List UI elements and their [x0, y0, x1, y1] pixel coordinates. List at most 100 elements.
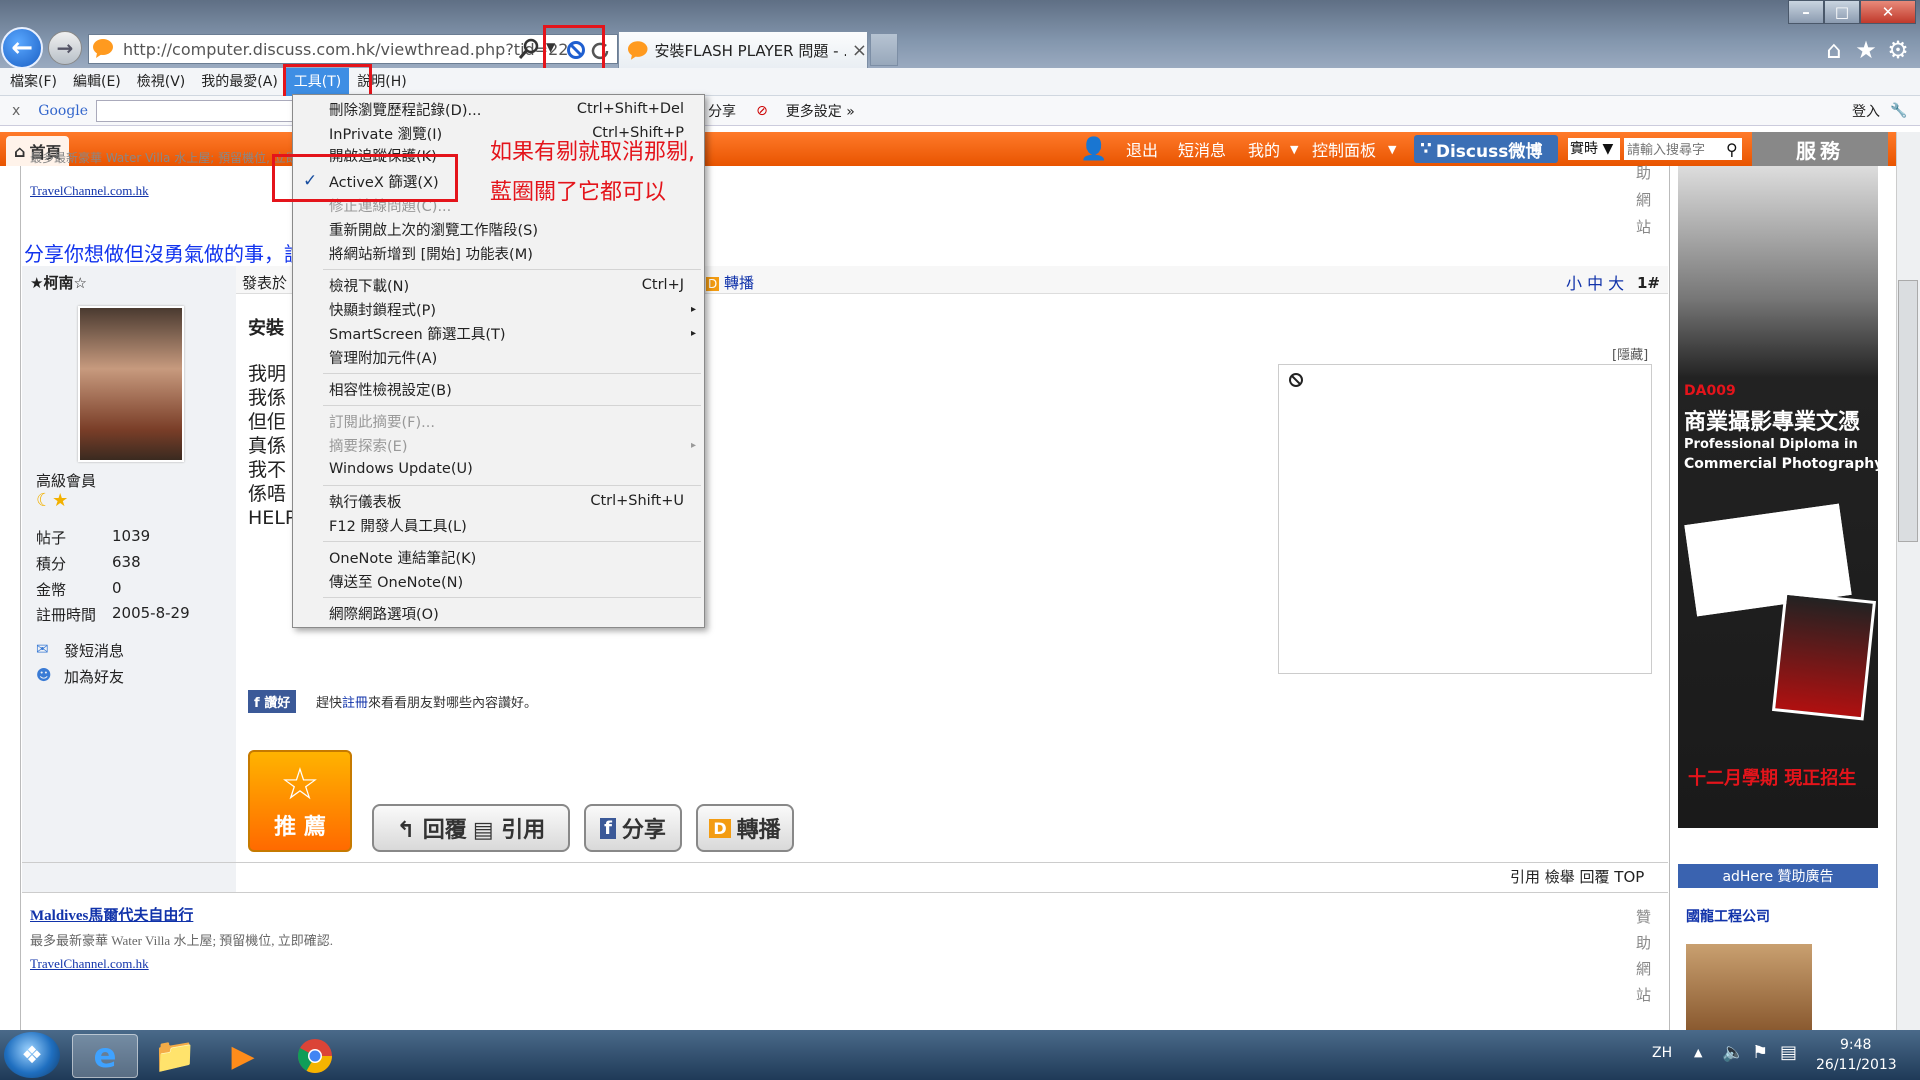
menu-favorites[interactable]: 我的最愛(A): [193, 68, 286, 96]
nav-my[interactable]: 我的: [1248, 137, 1280, 161]
search-icon[interactable]: [518, 38, 540, 60]
author-rank: 高級會員: [36, 472, 97, 490]
hide-link[interactable]: [隱藏]: [1612, 344, 1648, 363]
menu-view-downloads[interactable]: 檢視下載(N) Ctrl+J: [293, 273, 704, 297]
clock-time[interactable]: 9:48: [1840, 1037, 1871, 1053]
window-minimize-button[interactable]: –: [1788, 0, 1824, 24]
more-settings-button[interactable]: 更多設定 »: [786, 101, 855, 121]
menu-separator: [323, 541, 701, 542]
clock-date[interactable]: 26/11/2013: [1816, 1057, 1897, 1073]
user-icon: 👤: [1080, 136, 1108, 162]
google-logo: Google: [38, 102, 89, 119]
start-button[interactable]: ❖: [4, 1032, 60, 1078]
menu-add-to-start[interactable]: 將網站新增到 [開始] 功能表(M): [293, 241, 704, 265]
search-icon[interactable]: ⚲: [1726, 140, 1738, 159]
forward-post-button[interactable]: D 轉播: [696, 804, 794, 852]
taskbar-media-player[interactable]: ▶: [210, 1034, 276, 1078]
new-tab-button[interactable]: [870, 33, 898, 66]
reply-label: 回覆: [422, 818, 467, 843]
nav-control-panel[interactable]: 控制面板: [1312, 137, 1376, 161]
side-sponsor-vertical-bottom: 贊 助 網 站: [1636, 904, 1656, 1008]
menu-separator: [323, 597, 701, 598]
menu-windows-update[interactable]: Windows Update(U): [293, 457, 704, 481]
menu-send-to-onenote[interactable]: 傳送至 OneNote(N): [293, 569, 704, 593]
site-search-input[interactable]: [1624, 138, 1742, 160]
post-actions-links[interactable]: 引用 檢舉 回覆 TOP: [1510, 866, 1644, 887]
sponsor-image[interactable]: [1686, 944, 1812, 1030]
flash-placeholder[interactable]: [1278, 364, 1652, 674]
sponsor-company-link[interactable]: 國龍工程公司: [1686, 906, 1770, 926]
taskbar-ie[interactable]: e: [72, 1034, 138, 1078]
forward-button[interactable]: →: [48, 31, 82, 65]
bottom-ad-title[interactable]: Maldives馬爾代夫自由行: [30, 904, 193, 925]
share-banner-link[interactable]: 分享你想做但沒勇氣做的事，說: [24, 238, 304, 267]
author-username[interactable]: ★柯南☆: [30, 272, 87, 293]
reply-button[interactable]: ↰ 回覆: [397, 812, 467, 844]
taskbar-explorer[interactable]: 📁: [142, 1034, 208, 1078]
discuss-weibo-button[interactable]: ∵ Discuss微博: [1414, 135, 1558, 163]
share-button[interactable]: 分享: [708, 101, 736, 121]
stat-label-posts: 帖子: [36, 529, 67, 547]
google-search-input[interactable]: [96, 99, 297, 122]
nav-logout[interactable]: 退出: [1126, 137, 1158, 161]
post-body: 我明 我係 但佢 真係 我不 係唔 HELP: [248, 362, 296, 530]
menu-popup-blocker[interactable]: 快顯封鎖程式(P) ▸: [293, 297, 704, 321]
right-ad-banner[interactable]: [1678, 166, 1878, 828]
reshare-link[interactable]: D 轉播: [706, 272, 754, 293]
network-icon[interactable]: ▤: [1780, 1042, 1797, 1063]
menu-internet-options[interactable]: 網際網路選項(O): [293, 601, 704, 625]
add-friend-link[interactable]: 加為好友: [64, 666, 124, 687]
post-line: HELP: [248, 507, 297, 529]
menu-compatibility-view[interactable]: 相容性檢視設定(B): [293, 377, 704, 401]
send-message-link[interactable]: 發短消息: [64, 640, 124, 661]
fb-like-label: 讚好: [264, 696, 291, 711]
wrench-icon[interactable]: 🔧: [1890, 103, 1907, 119]
menu-onenote-linked[interactable]: OneNote 連結筆記(K): [293, 545, 704, 569]
tab-close-icon[interactable]: ×: [852, 40, 867, 61]
top-ad-link[interactable]: TravelChannel.com.hk: [30, 183, 149, 199]
menu-edit[interactable]: 編輯(E): [65, 68, 129, 96]
menu-file[interactable]: 檔案(F): [2, 68, 65, 96]
menu-f12-devtools[interactable]: F12 開發人員工具(L): [293, 513, 704, 537]
search-scope-select[interactable]: 實時 ▼: [1568, 138, 1620, 160]
vertical-char: 贊: [1636, 908, 1652, 926]
block-icon[interactable]: ⊘: [756, 103, 768, 119]
menu-delete-history[interactable]: 刪除瀏覽歷程記錄(D)... Ctrl+Shift+Del: [293, 97, 704, 121]
ad-en-line1: Professional Diploma in: [1684, 437, 1858, 452]
fb-register-link[interactable]: 註冊: [342, 696, 368, 711]
scrollbar-thumb[interactable]: [1898, 280, 1918, 542]
quote-button[interactable]: ▤ 引用: [473, 812, 545, 844]
volume-icon[interactable]: 🔈: [1722, 1042, 1744, 1063]
menu-separator: [323, 269, 701, 270]
tray-expand-icon[interactable]: ▲: [1694, 1046, 1702, 1059]
login-link[interactable]: 登入: [1852, 101, 1880, 121]
input-language[interactable]: ZH: [1652, 1045, 1672, 1061]
browser-tab[interactable]: 安裝FLASH PLAYER 問題 - ... ×: [618, 31, 868, 68]
recommend-button[interactable]: ☆ 推 薦: [248, 750, 352, 852]
annotation-line1: 如果有剔就取消那剔,: [490, 140, 695, 165]
menu-performance-dashboard[interactable]: 執行儀表板 Ctrl+Shift+U: [293, 489, 704, 513]
back-button[interactable]: ←: [1, 27, 43, 69]
menu-manage-addons[interactable]: 管理附加元件(A): [293, 345, 704, 369]
font-size-switcher[interactable]: 小 中 大: [1566, 270, 1624, 294]
taskbar-chrome[interactable]: [282, 1034, 348, 1078]
gear-icon[interactable]: ⚙: [1884, 36, 1912, 64]
menu-smartscreen[interactable]: SmartScreen 篩選工具(T) ▸: [293, 321, 704, 345]
fb-text-post: 來看看朋友對哪些內容讚好。: [368, 696, 538, 711]
window-maximize-button[interactable]: □: [1824, 0, 1860, 24]
side-sponsor-vertical-top: 助 網 站: [1636, 160, 1656, 241]
bottom-ad-link[interactable]: TravelChannel.com.hk: [30, 956, 149, 972]
action-center-flag-icon[interactable]: ⚑: [1752, 1042, 1768, 1063]
nav-messages[interactable]: 短消息: [1178, 137, 1226, 161]
menu-view[interactable]: 檢視(V): [129, 68, 194, 96]
menu-reopen-session[interactable]: 重新開啟上次的瀏覽工作階段(S): [293, 217, 704, 241]
window-close-button[interactable]: ✕: [1860, 0, 1916, 24]
vertical-scrollbar[interactable]: [1896, 132, 1920, 1030]
share-post-button[interactable]: f 分享: [584, 804, 682, 852]
avatar[interactable]: [78, 306, 184, 462]
fb-like-button[interactable]: f 讚好: [248, 690, 297, 713]
service-tab[interactable]: 服務: [1752, 132, 1888, 166]
home-icon[interactable]: ⌂: [1820, 36, 1848, 64]
toolbar-close-icon[interactable]: x: [12, 103, 20, 119]
favorites-star-icon[interactable]: ★: [1852, 36, 1880, 64]
